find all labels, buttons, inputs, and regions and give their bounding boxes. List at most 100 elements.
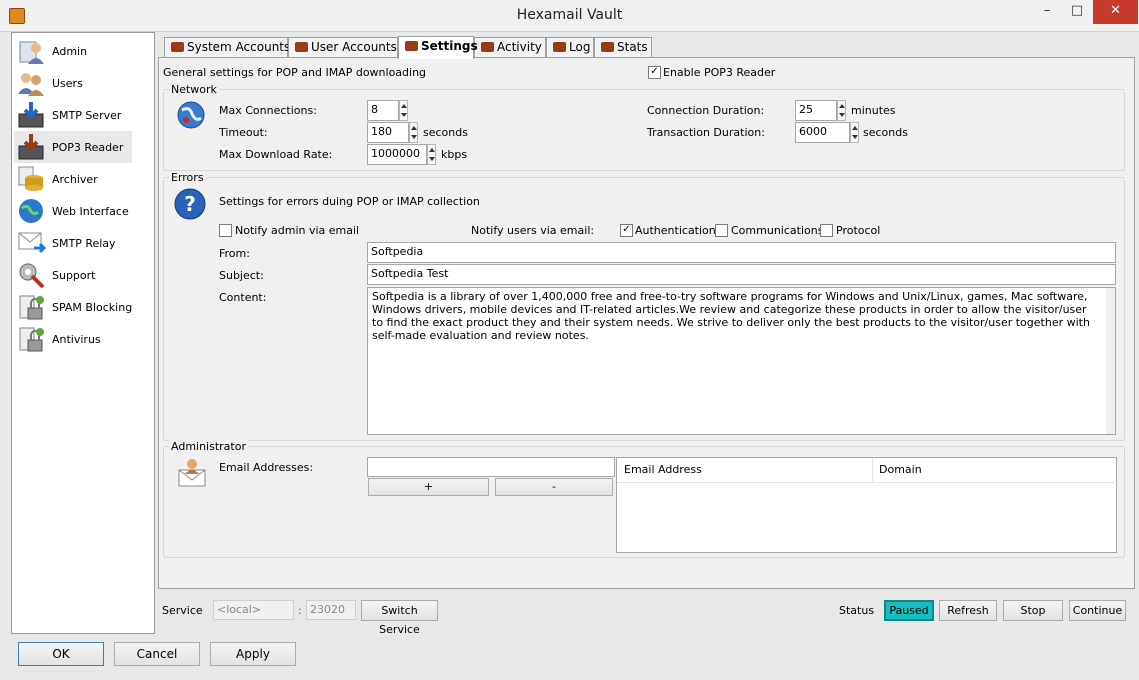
transaction-duration-label: Transaction Duration:	[647, 126, 765, 139]
notify-admin-checkbox[interactable]	[219, 224, 232, 237]
column-domain[interactable]: Domain	[873, 458, 1119, 483]
email-addresses-input[interactable]	[367, 457, 615, 477]
max-download-rate-stepper[interactable]	[427, 144, 436, 165]
content-textarea[interactable]: Softpedia is a library of over 1,400,000…	[367, 287, 1116, 435]
pop3-reader-icon	[16, 132, 46, 162]
close-button[interactable]: ✕	[1093, 0, 1138, 24]
protocol-checkbox[interactable]	[820, 224, 833, 237]
tab-stats[interactable]: Stats	[594, 37, 652, 58]
title-bar: Hexamail Vault – □ ✕	[0, 0, 1139, 32]
max-connections-input[interactable]: 8	[367, 100, 399, 121]
connection-duration-label: Connection Duration:	[647, 104, 765, 117]
sidebar-item-smtp-relay[interactable]: SMTP Relay	[14, 227, 132, 259]
smtp-server-icon	[16, 100, 46, 130]
tab-activity[interactable]: Activity	[474, 37, 546, 58]
add-email-button[interactable]: +	[368, 478, 489, 496]
network-group-title: Network	[169, 83, 219, 96]
authentication-label: Authentication	[635, 224, 716, 237]
sidebar-item-support[interactable]: Support	[14, 259, 132, 291]
errors-description: Settings for errors duing POP or IMAP co…	[219, 195, 480, 208]
email-addresses-label: Email Addresses:	[219, 461, 314, 474]
max-connections-label: Max Connections:	[219, 104, 317, 117]
max-download-rate-input[interactable]: 1000000	[367, 144, 427, 165]
archiver-icon	[16, 164, 46, 194]
enable-pop3-checkbox[interactable]: ✓	[648, 66, 661, 79]
from-label: From:	[219, 247, 250, 260]
help-icon: ?	[174, 188, 206, 220]
tab-settings[interactable]: Settings	[398, 36, 478, 59]
timeout-input[interactable]: 180	[367, 122, 409, 143]
window-title: Hexamail Vault	[516, 7, 623, 23]
timeout-label: Timeout:	[219, 126, 268, 139]
enable-pop3-label: Enable POP3 Reader	[663, 66, 776, 79]
switch-service-button[interactable]: Switch Service	[361, 600, 438, 636]
maximize-button[interactable]: □	[1063, 0, 1091, 24]
users-icon	[16, 68, 46, 98]
tab-log[interactable]: Log	[546, 37, 594, 58]
subject-input[interactable]: Softpedia Test	[367, 264, 1116, 285]
sidebar-item-smtp-server[interactable]: SMTP Server	[14, 99, 132, 131]
tab-system-accounts[interactable]: System Accounts	[164, 37, 290, 58]
tab-icon	[405, 41, 418, 51]
transaction-duration-stepper[interactable]	[850, 122, 859, 143]
connection-duration-stepper[interactable]	[837, 100, 846, 121]
service-separator: :	[298, 604, 302, 617]
timeout-unit: seconds	[423, 126, 468, 139]
sidebar-item-antivirus[interactable]: Antivirus	[14, 323, 132, 355]
sidebar-item-archiver[interactable]: Archiver	[14, 163, 132, 195]
service-port-input[interactable]: 23020	[306, 600, 356, 620]
timeout-stepper[interactable]	[409, 122, 418, 143]
max-download-rate-unit: kbps	[441, 148, 468, 161]
errors-group-title: Errors	[169, 171, 206, 184]
svg-text:?: ?	[184, 192, 196, 216]
sidebar: Admin Users SMTP Server POP3 Reader Arch…	[11, 32, 155, 634]
settings-heading: General settings for POP and IMAP downlo…	[163, 66, 427, 79]
continue-button[interactable]: Continue	[1069, 600, 1126, 621]
admin-email-icon	[176, 456, 208, 488]
status-badge: Paused	[884, 600, 934, 621]
communications-checkbox[interactable]	[715, 224, 728, 237]
status-label: Status	[839, 604, 875, 617]
remove-email-button[interactable]: -	[495, 478, 613, 496]
sidebar-item-pop3-reader[interactable]: POP3 Reader	[14, 131, 132, 163]
email-address-list[interactable]: Email Address Domain	[616, 457, 1119, 553]
sidebar-item-web-interface[interactable]: Web Interface	[14, 195, 132, 227]
tab-icon	[295, 42, 308, 52]
minimize-button[interactable]: –	[1033, 0, 1061, 24]
content-scrollbar[interactable]	[1106, 288, 1115, 434]
web-interface-icon	[16, 196, 46, 226]
support-icon	[16, 260, 46, 290]
connection-duration-input[interactable]: 25	[795, 100, 837, 121]
sidebar-item-users[interactable]: Users	[14, 67, 132, 99]
content-text: Softpedia is a library of over 1,400,000…	[372, 290, 1090, 342]
sidebar-item-admin[interactable]: Admin	[14, 35, 132, 67]
apply-button[interactable]: Apply	[210, 642, 296, 666]
admin-icon	[16, 36, 46, 66]
transaction-duration-input[interactable]: 6000	[795, 122, 850, 143]
transaction-duration-unit: seconds	[863, 126, 908, 139]
sidebar-item-spam-blocking[interactable]: SPAM Blocking	[14, 291, 132, 323]
refresh-button[interactable]: Refresh	[939, 600, 997, 621]
connection-duration-unit: minutes	[851, 104, 896, 117]
administrator-group-title: Administrator	[169, 440, 248, 453]
network-globe-icon	[176, 100, 206, 130]
tab-icon	[553, 42, 566, 52]
cancel-button[interactable]: Cancel	[114, 642, 200, 666]
communications-label: Communications	[731, 224, 824, 237]
tab-user-accounts[interactable]: User Accounts	[288, 37, 398, 58]
service-host-input[interactable]: <local>	[213, 600, 294, 620]
protocol-label: Protocol	[836, 224, 881, 237]
subject-label: Subject:	[219, 269, 264, 282]
tab-icon	[171, 42, 184, 52]
tab-icon	[601, 42, 614, 52]
from-input[interactable]: Softpedia	[367, 242, 1116, 263]
antivirus-icon	[16, 324, 46, 354]
notify-admin-label: Notify admin via email	[235, 224, 360, 237]
max-download-rate-label: Max Download Rate:	[219, 148, 333, 161]
ok-button[interactable]: OK	[18, 642, 104, 666]
authentication-checkbox[interactable]: ✓	[620, 224, 633, 237]
max-connections-stepper[interactable]	[399, 100, 408, 121]
column-email-address[interactable]: Email Address	[617, 458, 873, 483]
spam-blocking-icon	[16, 292, 46, 322]
stop-button[interactable]: Stop	[1003, 600, 1063, 621]
